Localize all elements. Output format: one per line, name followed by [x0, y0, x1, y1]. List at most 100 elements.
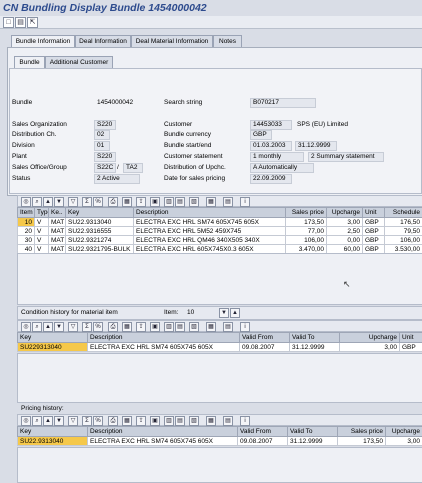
cell-key[interactable]: SU22.9316555: [65, 226, 134, 236]
grid-icon[interactable]: ▦: [206, 197, 216, 207]
columns-icon[interactable]: ▧: [189, 416, 199, 426]
search-string-field[interactable]: B070217: [250, 98, 316, 108]
change-layout-icon[interactable]: ▥: [164, 197, 174, 207]
cell-description[interactable]: ELECTRA EXC HRL 5M52 459X745: [133, 226, 286, 236]
new-icon[interactable]: □: [3, 17, 14, 28]
cell-description[interactable]: ELECTRA EXC HRL SM74 605X745 605X: [87, 342, 240, 352]
col-schedule[interactable]: Schedule: [384, 207, 422, 218]
customer-field[interactable]: 14453033: [250, 120, 292, 130]
cell-description[interactable]: ELECTRA EXC HRL QM46 340X505 340X: [133, 235, 286, 245]
sales-group-field[interactable]: TA2: [123, 163, 143, 173]
views-icon[interactable]: ▦: [122, 197, 132, 207]
cell-unit[interactable]: GBP: [362, 226, 385, 236]
cell-upcharge[interactable]: 3,00: [339, 342, 400, 352]
cell-schedule[interactable]: 106,00: [384, 235, 422, 245]
export-icon[interactable]: ⇪: [136, 322, 146, 332]
cell-key[interactable]: SU229313040: [17, 342, 88, 352]
save-layout-icon[interactable]: ▤: [175, 322, 185, 332]
table-row[interactable]: 20 V MAT SU22.9316555 ELECTRA EXC HRL 5M…: [17, 226, 422, 236]
find-icon[interactable]: ⌕: [32, 197, 42, 207]
save-layout-icon[interactable]: ▤: [175, 416, 185, 426]
col-valid-to[interactable]: Valid To: [287, 426, 338, 437]
cell-unit[interactable]: GBP: [399, 342, 422, 352]
export-icon[interactable]: ⇪: [136, 416, 146, 426]
select-all-icon[interactable]: ▤: [223, 322, 233, 332]
sum-icon[interactable]: Σ: [82, 322, 92, 332]
distribution-ch-field[interactable]: 02: [94, 130, 110, 140]
subtotal-icon[interactable]: %: [93, 416, 103, 426]
cell-description[interactable]: ELECTRA EXC HRL SM74 605X745 605X: [87, 436, 238, 446]
cell-type[interactable]: V: [34, 226, 49, 236]
layout-icon[interactable]: ▣: [150, 416, 160, 426]
info-icon[interactable]: i: [240, 416, 250, 426]
print-icon[interactable]: ⎙: [108, 322, 118, 332]
sum-icon[interactable]: Σ: [82, 197, 92, 207]
cell-type[interactable]: V: [34, 217, 49, 227]
sales-office-field[interactable]: S22C: [94, 163, 116, 173]
col-unit[interactable]: Unit: [399, 332, 422, 343]
cell-upcharge[interactable]: 2,50: [326, 226, 363, 236]
sort-ascending-icon[interactable]: ▲: [43, 322, 53, 332]
col-valid-to[interactable]: Valid To: [289, 332, 340, 343]
cell-sales-price[interactable]: 173,50: [337, 436, 386, 446]
col-upcharge[interactable]: Upcharge: [326, 207, 363, 218]
cell-upcharge[interactable]: 3,00: [326, 217, 363, 227]
save-layout-icon[interactable]: ▤: [175, 197, 185, 207]
cell-valid-from[interactable]: 09.08.2007: [239, 342, 290, 352]
info-icon[interactable]: i: [240, 197, 250, 207]
cell-sales-price[interactable]: 106,00: [285, 235, 327, 245]
subtotal-icon[interactable]: %: [93, 322, 103, 332]
change-layout-icon[interactable]: ▥: [164, 416, 174, 426]
layout-icon[interactable]: ▣: [150, 322, 160, 332]
select-all-icon[interactable]: ▤: [223, 416, 233, 426]
sum-icon[interactable]: Σ: [82, 416, 92, 426]
tab-bundle-information[interactable]: Bundle Information: [11, 35, 75, 47]
grid-icon[interactable]: ▦: [206, 322, 216, 332]
cell-type[interactable]: V: [34, 235, 49, 245]
plant-field[interactable]: S220: [94, 152, 116, 162]
views-icon[interactable]: ▦: [122, 322, 132, 332]
cell-sales-price[interactable]: 77,00: [285, 226, 327, 236]
select-all-icon[interactable]: ▤: [223, 197, 233, 207]
exit-icon[interactable]: ⇱: [27, 17, 38, 28]
previous-item-icon[interactable]: ▼: [219, 308, 229, 318]
col-upcharge[interactable]: Upcharge: [385, 426, 422, 437]
tab-deal-information[interactable]: Deal Information: [75, 35, 131, 47]
subtab-additional-customer[interactable]: Additional Customer: [45, 56, 113, 68]
tab-notes[interactable]: Notes: [213, 35, 242, 47]
layout-icon[interactable]: ▣: [150, 197, 160, 207]
cell-key-type[interactable]: MAT: [48, 226, 66, 236]
sort-descending-icon[interactable]: ▼: [54, 197, 64, 207]
cell-schedule[interactable]: 176,50: [384, 217, 422, 227]
table-row[interactable]: SU22.9313040 ELECTRA EXC HRL SM74 605X74…: [17, 436, 422, 446]
col-key[interactable]: Key: [17, 426, 88, 437]
filter-icon[interactable]: ▽: [68, 322, 78, 332]
col-key-type[interactable]: Ke..: [48, 207, 66, 218]
col-key[interactable]: Key: [17, 332, 88, 343]
cell-valid-to[interactable]: 31.12.9999: [287, 436, 338, 446]
table-row[interactable]: 10 V MAT SU22.9313040 ELECTRA EXC HRL SM…: [17, 217, 422, 227]
sort-descending-icon[interactable]: ▼: [54, 322, 64, 332]
details-icon[interactable]: ◎: [21, 197, 31, 207]
columns-icon[interactable]: ▧: [189, 197, 199, 207]
details-icon[interactable]: ◎: [21, 322, 31, 332]
subtotal-icon[interactable]: %: [93, 197, 103, 207]
filter-icon[interactable]: ▽: [68, 197, 78, 207]
distribution-upchc-select[interactable]: A Automatically: [250, 163, 314, 173]
save-icon[interactable]: ▤: [15, 17, 26, 28]
next-item-icon[interactable]: ▲: [230, 308, 240, 318]
print-icon[interactable]: ⎙: [108, 416, 118, 426]
bundle-currency-field[interactable]: GBP: [250, 130, 272, 140]
statement-type-select[interactable]: 2 Summary statement: [308, 152, 384, 162]
info-icon[interactable]: i: [240, 322, 250, 332]
division-field[interactable]: 01: [94, 141, 110, 151]
print-icon[interactable]: ⎙: [108, 197, 118, 207]
col-sales-price[interactable]: Sales price: [285, 207, 327, 218]
col-type[interactable]: Type: [34, 207, 49, 218]
cell-unit[interactable]: GBP: [362, 217, 385, 227]
cell-key[interactable]: SU22.9313040: [65, 217, 134, 227]
bundle-start-field[interactable]: 01.03.2003: [250, 141, 292, 151]
cell-item[interactable]: 20: [17, 226, 35, 236]
status-select[interactable]: 2 Active: [94, 174, 140, 184]
sort-descending-icon[interactable]: ▼: [54, 416, 64, 426]
